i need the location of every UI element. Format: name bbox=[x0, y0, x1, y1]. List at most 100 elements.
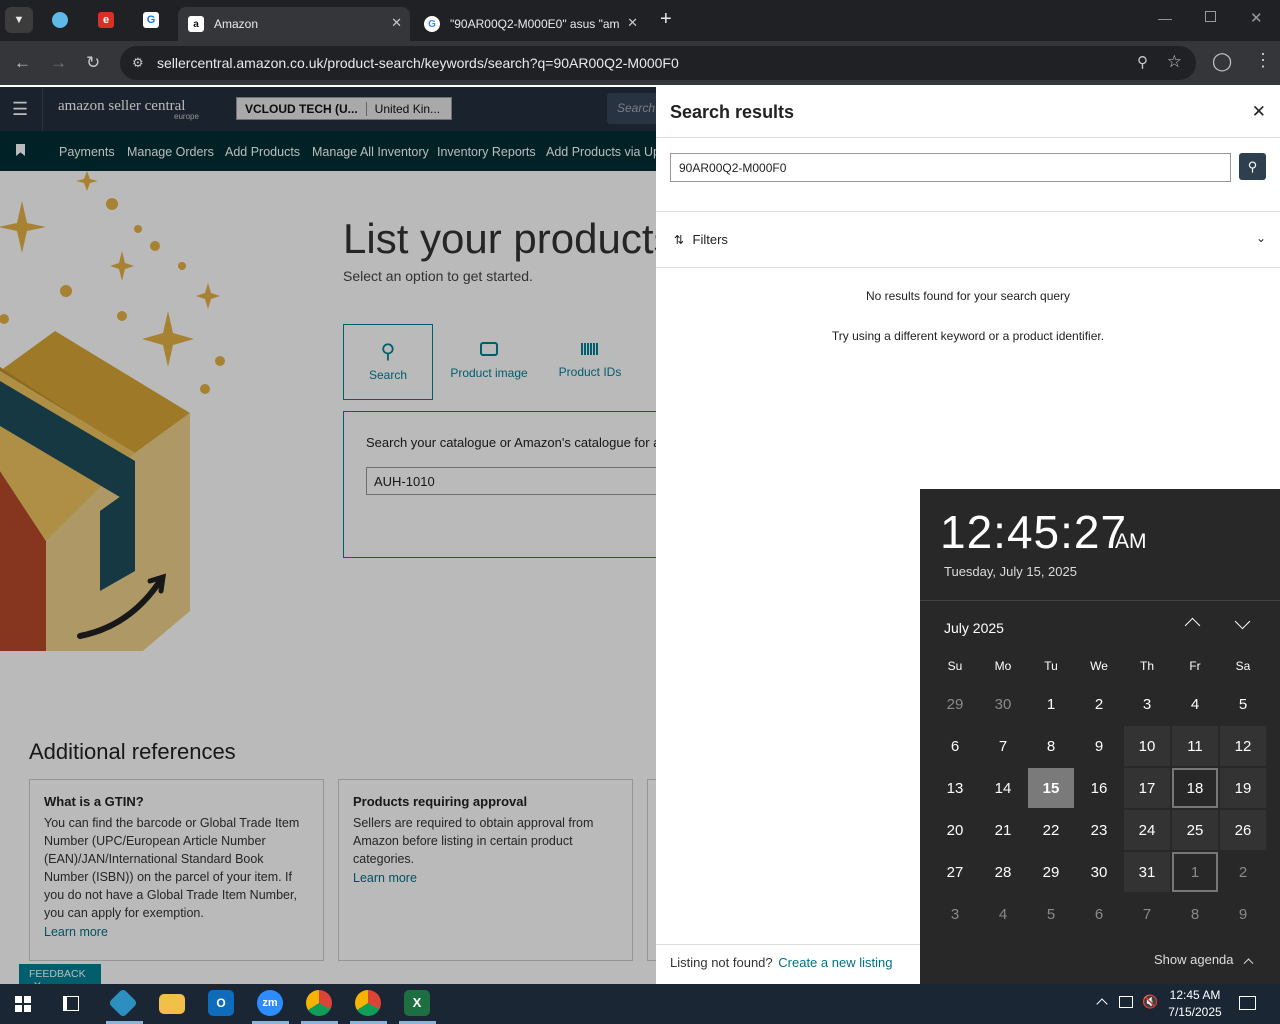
calendar-day[interactable]: 29 bbox=[1028, 852, 1074, 892]
calendar-day[interactable]: 4 bbox=[980, 894, 1026, 934]
amazon-favicon-icon: a bbox=[188, 16, 204, 32]
browser-tab-strip: ▼ e G a Amazon ✕ G "90AR00Q2-M000E0" asu… bbox=[0, 0, 1280, 41]
bookmark-star-icon[interactable]: ☆ bbox=[1167, 52, 1182, 72]
calendar-day[interactable]: 9 bbox=[1076, 726, 1122, 766]
back-arrow-icon[interactable]: ← bbox=[14, 53, 31, 73]
excel-icon[interactable]: X bbox=[404, 990, 430, 1016]
chevron-up-icon[interactable] bbox=[1096, 998, 1108, 1010]
filters-label: Filters bbox=[692, 232, 728, 247]
pinned-tab-3[interactable]: G bbox=[143, 12, 159, 28]
calendar-day[interactable]: 20 bbox=[932, 810, 978, 850]
panel-title: Search results bbox=[670, 102, 795, 122]
calendar-day[interactable]: 13 bbox=[932, 768, 978, 808]
restore-window-icon[interactable] bbox=[1205, 11, 1216, 22]
taskbar-clock[interactable]: 12:45 AM 7/15/2025 bbox=[1160, 987, 1230, 1021]
panel-search-button[interactable]: ⚲ bbox=[1239, 153, 1266, 180]
filters-icon: ⇅ bbox=[674, 233, 685, 247]
notifications-icon[interactable] bbox=[1239, 996, 1256, 1010]
browser-toolbar: ← → ↻ ⚙ sellercentral.amazon.co.uk/produ… bbox=[0, 41, 1280, 85]
calendar-day[interactable]: 26 bbox=[1220, 810, 1266, 850]
tab-search-button[interactable]: ▼ bbox=[5, 7, 33, 33]
outlook-icon[interactable]: O bbox=[208, 990, 234, 1016]
minimize-window-icon[interactable]: — bbox=[1158, 10, 1172, 26]
calendar-day[interactable]: 27 bbox=[932, 852, 978, 892]
calendar-day[interactable]: 14 bbox=[980, 768, 1026, 808]
taskbar-app-1-icon[interactable] bbox=[108, 988, 138, 1018]
calendar-day[interactable]: 28 bbox=[980, 852, 1026, 892]
calendar-day[interactable]: 11 bbox=[1172, 726, 1218, 766]
calendar-day[interactable]: 4 bbox=[1172, 684, 1218, 724]
calendar-day[interactable]: 16 bbox=[1076, 768, 1122, 808]
calendar-day[interactable]: 12 bbox=[1220, 726, 1266, 766]
calendar-day[interactable]: 7 bbox=[1124, 894, 1170, 934]
calendar-day[interactable]: 6 bbox=[932, 726, 978, 766]
calendar-day[interactable]: 17 bbox=[1124, 768, 1170, 808]
calendar-day[interactable]: 9 bbox=[1220, 894, 1266, 934]
tab-google-search[interactable]: G "90AR00Q2-M000E0" asus "am... ✕ bbox=[414, 7, 646, 41]
calendar-day[interactable]: 30 bbox=[980, 684, 1026, 724]
panel-search-input[interactable]: 90AR00Q2-M000F0 bbox=[670, 153, 1231, 182]
calendar-day[interactable]: 18 bbox=[1172, 768, 1218, 808]
tab-title: Amazon bbox=[214, 17, 259, 31]
footer-text: Listing not found? bbox=[670, 955, 773, 970]
calendar-day[interactable]: 25 bbox=[1172, 810, 1218, 850]
windows-start-icon[interactable] bbox=[15, 996, 31, 1012]
close-tab-icon[interactable]: ✕ bbox=[627, 15, 638, 31]
calendar-day[interactable]: 22 bbox=[1028, 810, 1074, 850]
calendar-day[interactable]: 19 bbox=[1220, 768, 1266, 808]
calendar-day[interactable]: 2 bbox=[1220, 852, 1266, 892]
previous-month-icon[interactable] bbox=[1184, 617, 1201, 634]
new-tab-button[interactable]: + bbox=[660, 8, 672, 31]
browser-menu-icon[interactable]: ⋮ bbox=[1254, 50, 1272, 71]
calendar-day[interactable]: 2 bbox=[1076, 684, 1122, 724]
calendar-day[interactable]: 5 bbox=[1028, 894, 1074, 934]
calendar-day[interactable]: 7 bbox=[980, 726, 1026, 766]
close-tab-icon[interactable]: ✕ bbox=[391, 15, 402, 31]
calendar-day[interactable]: 23 bbox=[1076, 810, 1122, 850]
tab-amazon[interactable]: a Amazon ✕ bbox=[178, 7, 410, 41]
no-results-message: No results found for your search query bbox=[865, 289, 1071, 303]
pinned-tab-1[interactable] bbox=[52, 12, 68, 28]
calendar-day[interactable]: 30 bbox=[1076, 852, 1122, 892]
calendar-day[interactable]: 31 bbox=[1124, 852, 1170, 892]
panel-footer: Listing not found? Create a new listing bbox=[670, 955, 892, 970]
chrome-profile-icon[interactable] bbox=[355, 990, 381, 1016]
volume-muted-icon[interactable]: 🔇 bbox=[1142, 994, 1158, 1010]
close-window-icon[interactable]: ✕ bbox=[1250, 9, 1263, 27]
taskbar-time: 12:45 AM bbox=[1169, 988, 1221, 1002]
calendar-month[interactable]: July 2025 bbox=[944, 620, 1004, 636]
forward-arrow-icon[interactable]: → bbox=[50, 53, 67, 73]
show-agenda-button[interactable]: Show agenda bbox=[1154, 952, 1254, 969]
weekday-label: Fr bbox=[1189, 659, 1201, 673]
chrome-icon[interactable] bbox=[306, 990, 332, 1016]
calendar-day[interactable]: 29 bbox=[932, 684, 978, 724]
calendar-day[interactable]: 21 bbox=[980, 810, 1026, 850]
calendar-day[interactable]: 3 bbox=[1124, 684, 1170, 724]
calendar-day[interactable]: 1 bbox=[1028, 684, 1074, 724]
calendar-day[interactable]: 3 bbox=[932, 894, 978, 934]
network-icon[interactable] bbox=[1119, 996, 1133, 1008]
profile-icon[interactable]: ◯ bbox=[1212, 51, 1232, 72]
create-listing-link[interactable]: Create a new listing bbox=[778, 955, 892, 970]
pinned-tab-2[interactable]: e bbox=[98, 12, 114, 28]
site-settings-icon[interactable]: ⚙ bbox=[132, 55, 144, 71]
reload-icon[interactable]: ↻ bbox=[86, 53, 100, 73]
address-bar[interactable]: ⚙ sellercentral.amazon.co.uk/product-sea… bbox=[120, 46, 1196, 80]
calendar-day[interactable]: 10 bbox=[1124, 726, 1170, 766]
calendar-day[interactable]: 24 bbox=[1124, 810, 1170, 850]
calendar-day[interactable]: 1 bbox=[1172, 852, 1218, 892]
weekday-label: Th bbox=[1139, 659, 1154, 673]
weekday-label: Mo bbox=[994, 659, 1012, 673]
calendar-day[interactable]: 6 bbox=[1076, 894, 1122, 934]
next-month-icon[interactable] bbox=[1234, 613, 1251, 630]
close-panel-icon[interactable]: ✕ bbox=[1252, 102, 1266, 122]
zoom-app-icon[interactable]: zm bbox=[257, 990, 283, 1016]
file-explorer-icon[interactable] bbox=[159, 994, 185, 1014]
calendar-day[interactable]: 15 bbox=[1028, 768, 1074, 808]
calendar-day[interactable]: 5 bbox=[1220, 684, 1266, 724]
filters-toggle[interactable]: ⇅ Filters ⌄ bbox=[674, 231, 1266, 251]
calendar-day[interactable]: 8 bbox=[1028, 726, 1074, 766]
task-view-icon[interactable] bbox=[63, 996, 79, 1011]
zoom-icon[interactable]: ⚲ bbox=[1137, 53, 1148, 71]
calendar-day[interactable]: 8 bbox=[1172, 894, 1218, 934]
